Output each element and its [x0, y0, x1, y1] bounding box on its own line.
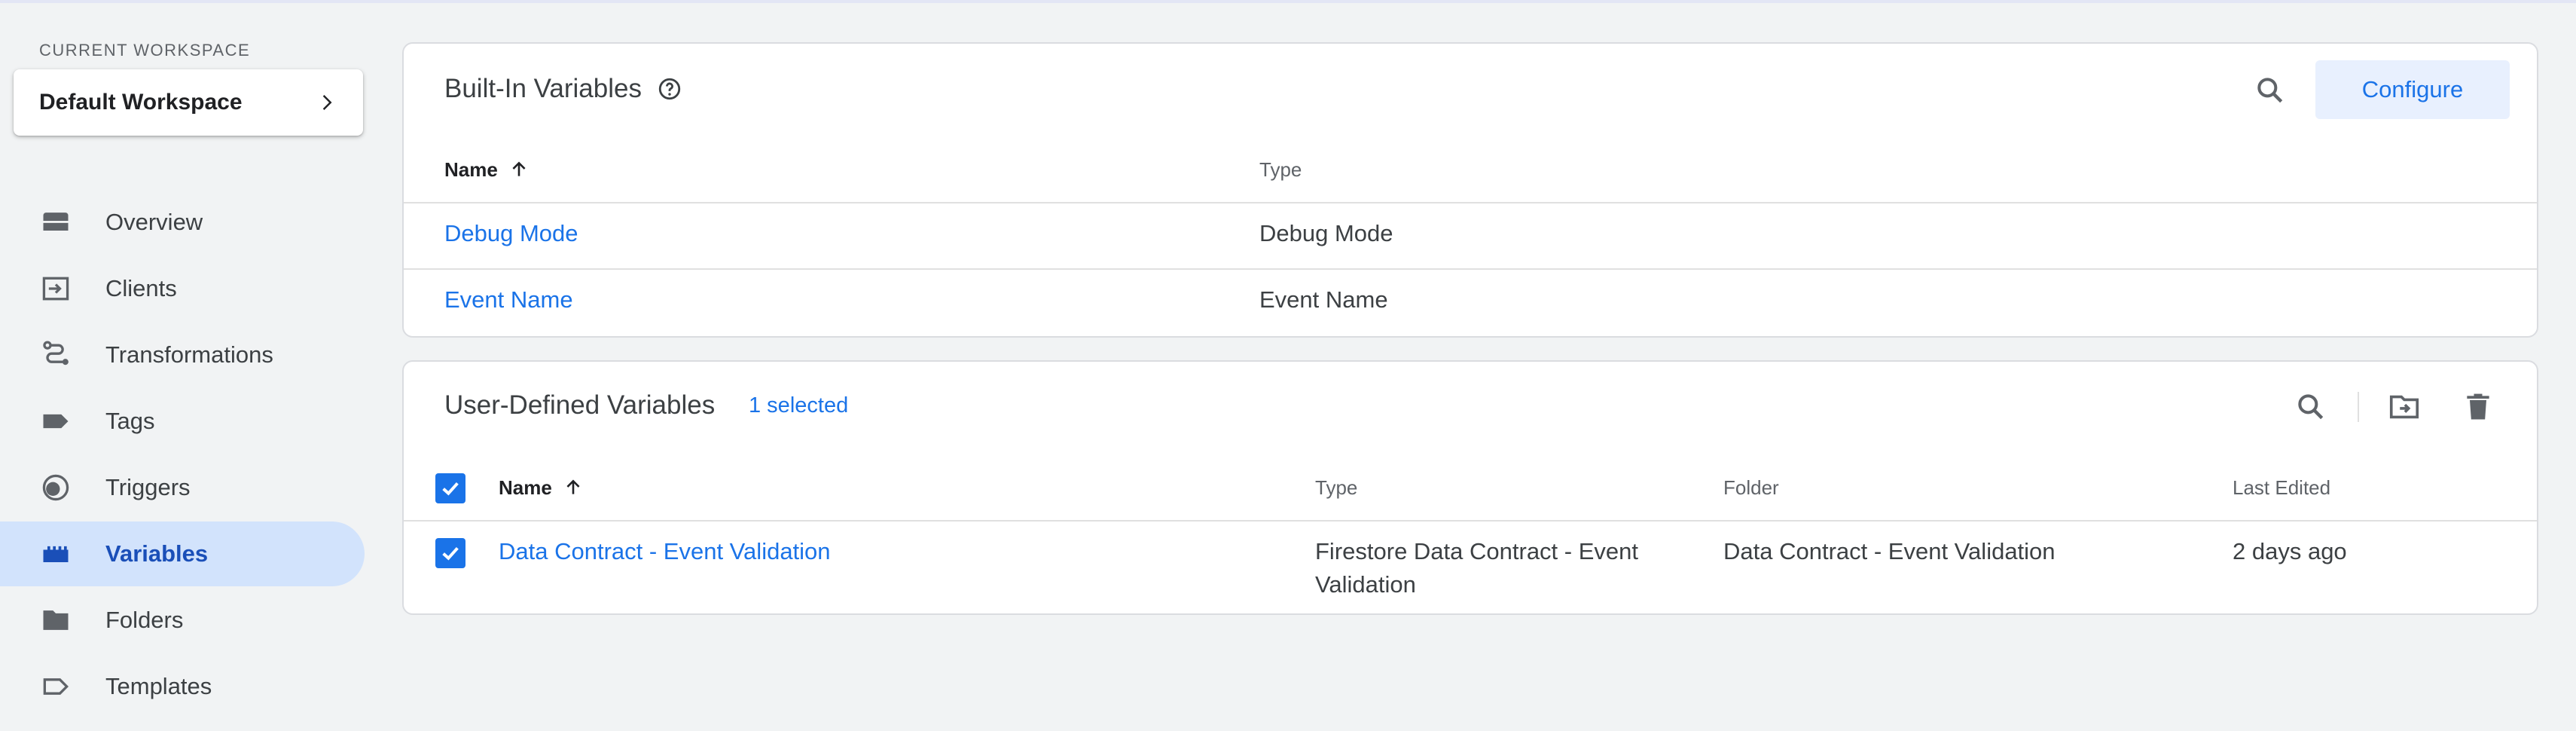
- sidebar-item-label: Templates: [105, 673, 212, 699]
- folder-icon: [39, 604, 72, 637]
- builtin-search-button[interactable]: [2251, 71, 2290, 110]
- column-header-type: Type: [1259, 158, 1302, 181]
- column-header-last-edited: Last Edited: [2233, 476, 2331, 499]
- sidebar-item-label: Clients: [105, 275, 177, 301]
- variables-icon: [39, 537, 72, 570]
- variable-link-event-name[interactable]: Event Name: [444, 283, 573, 317]
- variable-type: Event Name: [1259, 286, 1388, 313]
- top-border: [0, 0, 2576, 3]
- variable-type-line: Validation: [1315, 571, 1416, 598]
- move-to-folder-button[interactable]: [2385, 387, 2424, 427]
- sidebar-item-label: Triggers: [105, 474, 191, 500]
- templates-icon: [39, 670, 72, 703]
- variable-link-data-contract[interactable]: Data Contract - Event Validation: [499, 535, 831, 568]
- chevron-right-icon: [322, 95, 332, 110]
- configure-button[interactable]: Configure: [2315, 60, 2510, 119]
- help-icon[interactable]: [657, 76, 682, 102]
- delete-button[interactable]: [2458, 387, 2498, 427]
- selected-count: 1 selected: [749, 393, 849, 417]
- sort-arrow-up-icon: [512, 161, 526, 176]
- workspace-selector[interactable]: Default Workspace: [14, 69, 363, 136]
- toolbar-divider: [2358, 392, 2359, 422]
- column-header-type: Type: [1315, 476, 1358, 499]
- variable-type: Firestore Data Contract - Event Validati…: [1315, 535, 1638, 601]
- column-header-name-label: Name: [444, 158, 498, 181]
- user-search-button[interactable]: [2291, 387, 2330, 427]
- column-header-name[interactable]: Name: [499, 476, 583, 500]
- sidebar-item-label: Overview: [105, 209, 203, 235]
- divider: [404, 268, 2537, 270]
- sidebar: CURRENT WORKSPACE Default Workspace Over…: [0, 0, 369, 731]
- column-header-name-label: Name: [499, 476, 552, 499]
- workspace-name: Default Workspace: [39, 90, 243, 115]
- sidebar-item-label: Tags: [105, 408, 155, 434]
- variable-link-debug-mode[interactable]: Debug Mode: [444, 217, 578, 250]
- sidebar-item-templates[interactable]: Templates: [0, 654, 365, 719]
- workspace-caption: CURRENT WORKSPACE: [39, 41, 251, 60]
- column-header-folder: Folder: [1723, 476, 1779, 499]
- triggers-icon: [39, 471, 72, 504]
- builtin-variables-title: Built-In Variables: [444, 74, 682, 104]
- tag-icon: [39, 405, 72, 438]
- transformations-icon: [39, 338, 72, 372]
- sidebar-item-transformations[interactable]: Transformations: [0, 323, 365, 387]
- sidebar-item-clients[interactable]: Clients: [0, 256, 365, 321]
- sidebar-item-triggers[interactable]: Triggers: [0, 455, 365, 520]
- variable-last-edited: 2 days ago: [2233, 538, 2347, 564]
- sidebar-item-label: Variables: [105, 540, 209, 567]
- sidebar-item-tags[interactable]: Tags: [0, 389, 365, 454]
- search-icon: [2257, 78, 2283, 103]
- divider: [404, 202, 2537, 203]
- variable-folder: Data Contract - Event Validation: [1723, 538, 2056, 564]
- search-icon: [2298, 394, 2324, 420]
- checkmark-icon: [442, 482, 459, 496]
- sidebar-item-label: Folders: [105, 607, 184, 633]
- column-header-name[interactable]: Name: [444, 158, 529, 182]
- row-checkbox[interactable]: [435, 538, 465, 568]
- checkmark-icon: [442, 546, 459, 561]
- clients-icon: [39, 272, 72, 305]
- user-defined-variables-card: User-Defined Variables 1 selected Name T…: [402, 360, 2538, 615]
- variable-type: Debug Mode: [1259, 220, 1393, 246]
- select-all-checkbox[interactable]: [435, 473, 465, 503]
- sidebar-item-label: Transformations: [105, 341, 273, 368]
- divider: [404, 520, 2537, 521]
- sort-arrow-up-icon: [566, 479, 580, 494]
- overview-icon: [39, 206, 72, 239]
- sidebar-item-variables[interactable]: Variables: [0, 521, 365, 586]
- sidebar-item-overview[interactable]: Overview: [0, 190, 365, 255]
- builtin-title-text: Built-In Variables: [444, 74, 642, 103]
- sidebar-item-folders[interactable]: Folders: [0, 588, 365, 653]
- trash-icon: [2467, 393, 2489, 420]
- move-to-folder-icon: [2389, 395, 2419, 419]
- builtin-variables-card: Built-In Variables Configure Name Type D…: [402, 42, 2538, 338]
- variable-type-line: Firestore Data Contract - Event: [1315, 538, 1638, 564]
- user-defined-variables-title: User-Defined Variables: [444, 390, 716, 420]
